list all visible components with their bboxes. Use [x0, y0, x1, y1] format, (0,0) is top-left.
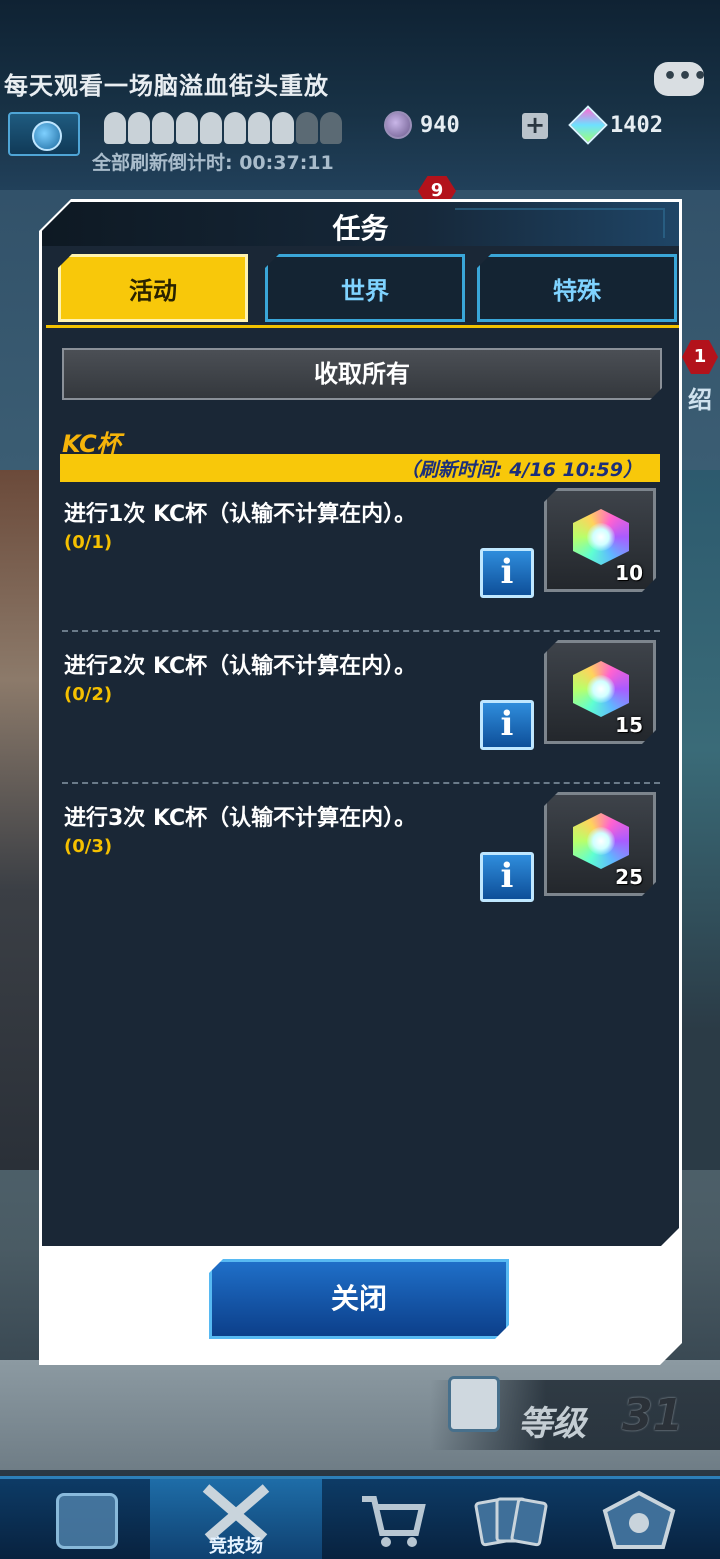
player-icon — [248, 112, 270, 144]
reward-count: 10 — [615, 561, 643, 585]
gem-icon — [573, 509, 629, 565]
collect-all-button[interactable]: 收取所有 — [62, 348, 662, 400]
gem-counter: 1402 — [568, 105, 663, 145]
task-progress: (0/1) — [64, 532, 113, 553]
task-progress: (0/2) — [64, 684, 113, 705]
coin-value: 940 — [420, 112, 460, 138]
gem-icon — [568, 105, 608, 145]
refresh-time-bar: （刷新时间: 4/16 10:59） — [60, 454, 660, 482]
player-icon — [224, 112, 246, 144]
refresh-time: （刷新时间: 4/16 10:59） — [400, 459, 642, 481]
divider — [62, 782, 660, 784]
player-icon — [320, 112, 342, 144]
task-item: 进行1次 KC杯（认输不计算在内）。 (0/1) i 10 — [60, 496, 660, 646]
player-icon — [296, 112, 318, 144]
player-icon — [200, 112, 222, 144]
nav-profile[interactable] — [28, 1479, 146, 1559]
emblem-icon — [602, 1490, 676, 1549]
profile-gear-icon — [56, 1492, 118, 1549]
tab-special[interactable]: 特殊 — [477, 254, 677, 322]
side-menu-label[interactable]: 绍 — [688, 380, 712, 415]
nav-emblem[interactable] — [580, 1479, 698, 1559]
info-button[interactable]: i — [480, 548, 534, 598]
player-icon — [128, 112, 150, 144]
player-icon — [104, 112, 126, 144]
background-building-right — [678, 470, 720, 1170]
gem-icon — [573, 661, 629, 717]
divider — [62, 630, 660, 632]
gem-value: 1402 — [610, 112, 663, 138]
info-button[interactable]: i — [480, 700, 534, 750]
player-icon — [272, 112, 294, 144]
mission-dialog: 任务 活动 世界 特殊 收取所有 KC杯 （刷新时间: 4/16 10:59） … — [39, 199, 682, 1365]
info-button[interactable]: i — [480, 852, 534, 902]
dialog-title: 任务 — [332, 212, 389, 245]
close-button[interactable]: 关闭 — [209, 1259, 509, 1339]
cards-icon — [474, 1497, 548, 1546]
player-count-indicator — [104, 112, 342, 144]
task-item: 进行2次 KC杯（认输不计算在内）。 (0/2) i 15 — [60, 648, 660, 798]
level-label: 等级 — [518, 1404, 586, 1444]
task-description: 进行3次 KC杯（认输不计算在内）。 — [64, 806, 417, 831]
deck-icon[interactable] — [448, 1376, 500, 1432]
dialog-header: 任务 — [42, 202, 679, 246]
background-building-left — [0, 470, 44, 1170]
refresh-countdown: 全部刷新倒计时: 00:37:11 — [92, 152, 334, 174]
tab-activity[interactable]: 活动 — [58, 254, 248, 322]
shopping-cart-icon — [362, 1495, 426, 1547]
news-marquee[interactable]: 每天观看一场脑溢血街头重放 — [4, 66, 329, 101]
task-progress: (0/3) — [64, 836, 113, 857]
coin-icon — [384, 111, 412, 139]
chat-icon[interactable] — [654, 62, 708, 96]
tab-world[interactable]: 世界 — [265, 254, 465, 322]
side-notification-badge: 1 — [682, 340, 718, 374]
coin-counter: 940 — [384, 111, 460, 139]
player-icon — [152, 112, 174, 144]
bottom-navigation: 竞技场 — [0, 1476, 720, 1559]
nav-arena-label: 竞技场 — [209, 1536, 263, 1557]
task-description: 进行1次 KC杯（认输不计算在内）。 — [64, 502, 417, 527]
add-gems-button[interactable]: + — [522, 113, 548, 139]
gem-icon — [573, 813, 629, 869]
nav-deck[interactable] — [452, 1479, 570, 1559]
level-value: 31 — [622, 1390, 684, 1441]
task-description: 进行2次 KC杯（认输不计算在内）。 — [64, 654, 417, 679]
top-status-bar: 每天观看一场脑溢血街头重放 940 + 1402 全部刷新倒计时: 00:37:… — [0, 0, 720, 190]
reward-count: 25 — [615, 865, 643, 889]
task-item: 进行3次 KC杯（认输不计算在内）。 (0/3) i 25 — [60, 800, 660, 950]
globe-icon[interactable] — [8, 112, 80, 156]
reward-slot[interactable]: 10 — [544, 488, 656, 592]
nav-shop[interactable] — [334, 1479, 452, 1559]
nav-arena[interactable]: 竞技场 — [150, 1479, 322, 1559]
player-icon — [176, 112, 198, 144]
mission-tabs: 活动 世界 特殊 — [46, 246, 679, 328]
reward-slot[interactable]: 25 — [544, 792, 656, 896]
reward-slot[interactable]: 15 — [544, 640, 656, 744]
reward-count: 15 — [615, 713, 643, 737]
mission-panel: 任务 活动 世界 特殊 收取所有 KC杯 （刷新时间: 4/16 10:59） … — [42, 202, 679, 1246]
